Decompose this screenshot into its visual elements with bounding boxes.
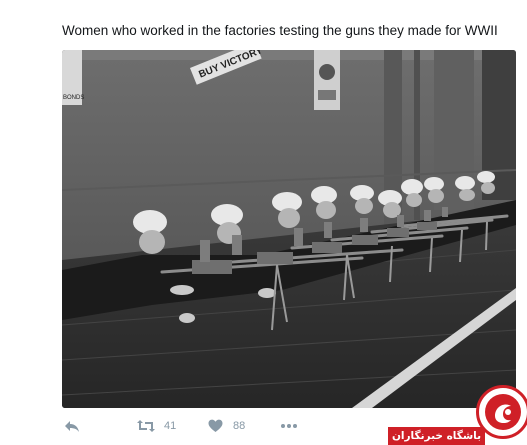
retweet-count: 41	[164, 420, 177, 432]
heart-icon	[208, 419, 223, 433]
watermark-logo-icon	[476, 385, 527, 439]
more-button[interactable]	[280, 419, 298, 433]
more-dots-icon	[280, 419, 298, 433]
tweet-actions: 41 88	[62, 416, 362, 438]
photo-image: BONDS BUY VICTORY	[62, 50, 516, 408]
watermark-label: باشگاه خبرنگاران	[388, 427, 485, 445]
reply-icon	[64, 419, 80, 433]
like-button[interactable]: 88	[208, 419, 245, 433]
watermark: باشگاه خبرنگاران	[388, 375, 527, 445]
reply-button[interactable]	[64, 419, 80, 433]
retweet-button[interactable]: 41	[136, 419, 176, 433]
tweet-photo[interactable]: BONDS BUY VICTORY	[62, 50, 516, 408]
like-count: 88	[233, 420, 246, 432]
tweet-text: Women who worked in the factories testin…	[62, 23, 498, 38]
poster-left-text: BONDS	[63, 95, 84, 101]
retweet-icon	[136, 419, 156, 433]
